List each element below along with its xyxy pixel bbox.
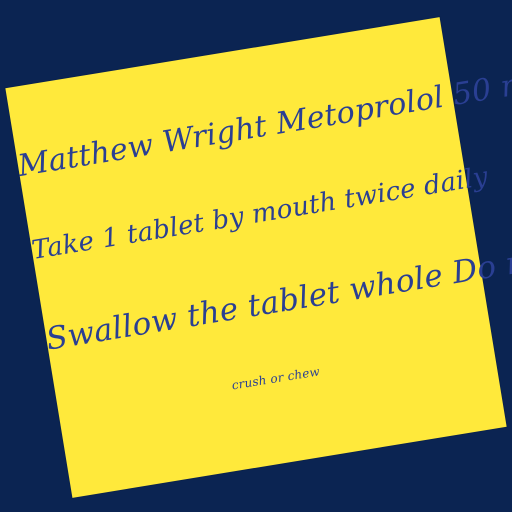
dosage-instruction-line: Take 1 tablet by mouth twice daily bbox=[29, 161, 491, 266]
prescription-label-card: Matthew Wright Metoprolol 50 mg Take 1 t… bbox=[5, 17, 512, 498]
swallow-instruction-line: Swallow the tablet whole Do not bbox=[43, 238, 512, 358]
patient-medication-line: Matthew Wright Metoprolol 50 mg bbox=[15, 62, 512, 185]
crush-warning-line: crush or chew bbox=[230, 364, 321, 393]
